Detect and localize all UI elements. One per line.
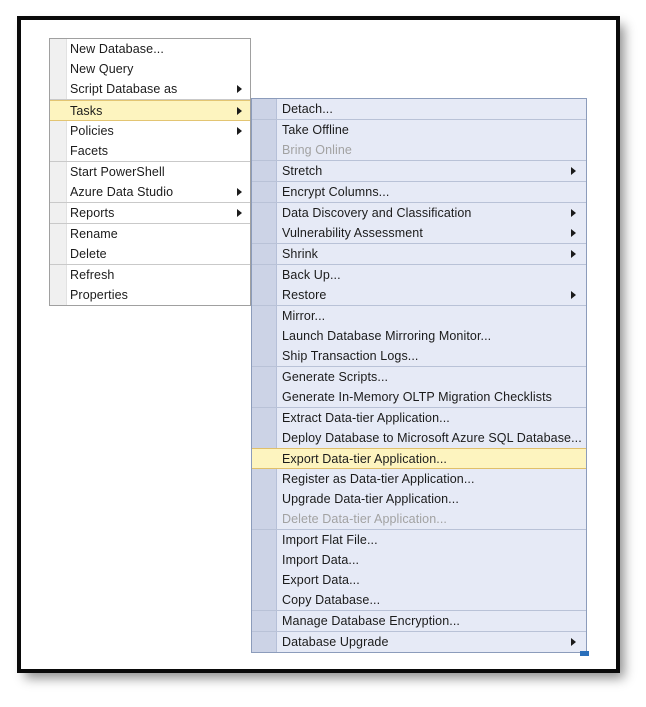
- context-menu-item-refresh[interactable]: Refresh: [50, 265, 250, 285]
- context-menu-item-list: New Database... New Query Script Database …: [50, 39, 250, 305]
- submenu-arrow-icon: [237, 209, 242, 217]
- tasks-submenu-item-export-data-tier-application[interactable]: Export Data-tier Application...: [252, 448, 586, 469]
- menu-item-label: Manage Database Encryption...: [282, 613, 461, 628]
- tasks-submenu-item-database-upgrade[interactable]: Database Upgrade: [252, 632, 586, 652]
- menu-item-label: Upgrade Data-tier Application...: [282, 491, 459, 506]
- submenu-arrow-icon: [571, 167, 576, 175]
- menu-item-label: Register as Data-tier Application...: [282, 471, 475, 486]
- tasks-submenu-item-import-flat-file[interactable]: Import Flat File...: [252, 530, 586, 550]
- tasks-submenu-item-export-data[interactable]: Export Data...: [252, 570, 586, 590]
- context-menu-item-properties[interactable]: Properties: [50, 285, 250, 305]
- submenu-arrow-icon: [571, 638, 576, 646]
- menu-item-label: Mirror...: [282, 308, 326, 323]
- menu-item-label: Bring Online: [282, 142, 352, 157]
- submenu-arrow-icon: [237, 106, 242, 115]
- tasks-submenu-item-extract-data-tier-application[interactable]: Extract Data-tier Application...: [252, 408, 586, 428]
- submenu-arrow-icon: [237, 127, 242, 135]
- submenu-arrow-icon: [571, 209, 576, 217]
- menu-item-label: Policies: [70, 123, 114, 138]
- context-menu-item-start-powershell[interactable]: Start PowerShell: [50, 162, 250, 182]
- menu-item-label: Export Data-tier Application...: [282, 451, 447, 466]
- menu-item-label: New Database...: [70, 41, 164, 56]
- submenu-arrow-icon: [571, 229, 576, 237]
- menu-item-label: Encrypt Columns...: [282, 184, 390, 199]
- menu-item-label: Tasks: [70, 103, 103, 118]
- menu-item-label: Refresh: [70, 267, 115, 282]
- menu-item-label: Script Database as: [70, 81, 178, 96]
- menu-item-label: Start PowerShell: [70, 164, 165, 179]
- context-menu-item-delete[interactable]: Delete: [50, 244, 250, 264]
- menu-item-label: Detach...: [282, 101, 333, 116]
- context-menu-item-tasks[interactable]: Tasks: [50, 100, 250, 121]
- tasks-submenu-item-delete-data-tier-application: Delete Data-tier Application...: [252, 509, 586, 529]
- menu-item-label: Export Data...: [282, 572, 360, 587]
- tasks-submenu-item-copy-database[interactable]: Copy Database...: [252, 590, 586, 610]
- database-context-menu[interactable]: New Database... New Query Script Database …: [49, 38, 251, 306]
- menu-item-label: Reports: [70, 205, 115, 220]
- menu-item-label: Launch Database Mirroring Monitor...: [282, 328, 492, 343]
- menu-item-label: Generate Scripts...: [282, 369, 389, 384]
- context-menu-item-azure-data-studio[interactable]: Azure Data Studio: [50, 182, 250, 202]
- tasks-submenu-item-import-data[interactable]: Import Data...: [252, 550, 586, 570]
- menu-item-label: Azure Data Studio: [70, 184, 174, 199]
- tasks-submenu-item-register-as-data-tier-application[interactable]: Register as Data-tier Application...: [252, 469, 586, 489]
- submenu-arrow-icon: [237, 85, 242, 93]
- submenu-arrow-icon: [571, 250, 576, 258]
- tasks-submenu-item-bring-online: Bring Online: [252, 140, 586, 160]
- context-menu-item-new-database[interactable]: New Database...: [50, 39, 250, 59]
- tasks-submenu-item-shrink[interactable]: Shrink: [252, 244, 586, 264]
- tasks-submenu-item-list: Detach... Take Offline Bring Online Stretch…: [252, 99, 586, 652]
- tasks-submenu-item-mirror[interactable]: Mirror...: [252, 306, 586, 326]
- screenshot-root: New Database... New Query Script Database …: [0, 0, 646, 707]
- menu-item-label: Take Offline: [282, 122, 349, 137]
- menu-item-label: Rename: [70, 226, 118, 241]
- tasks-submenu-item-stretch[interactable]: Stretch: [252, 161, 586, 181]
- context-menu-item-policies[interactable]: Policies: [50, 121, 250, 141]
- submenu-arrow-icon: [571, 291, 576, 299]
- menu-item-label: Shrink: [282, 246, 319, 261]
- context-menu-item-new-query[interactable]: New Query: [50, 59, 250, 79]
- menu-item-label: Facets: [70, 143, 109, 158]
- menu-item-label: Extract Data-tier Application...: [282, 410, 450, 425]
- menu-item-label: Ship Transaction Logs...: [282, 348, 419, 363]
- tasks-submenu-item-generate-scripts[interactable]: Generate Scripts...: [252, 367, 586, 387]
- menu-item-label: Import Data...: [282, 552, 360, 567]
- menu-item-label: Import Flat File...: [282, 532, 378, 547]
- tasks-submenu-item-back-up[interactable]: Back Up...: [252, 265, 586, 285]
- menu-item-label: Stretch: [282, 163, 323, 178]
- menu-item-label: Database Upgrade: [282, 634, 389, 649]
- tasks-submenu-item-ship-transaction-logs[interactable]: Ship Transaction Logs...: [252, 346, 586, 366]
- tasks-submenu-item-vulnerability-assessment[interactable]: Vulnerability Assessment: [252, 223, 586, 243]
- tasks-submenu-item-deploy-database-to-microsoft-azure-sql-database[interactable]: Deploy Database to Microsoft Azure SQL D…: [252, 428, 586, 448]
- tasks-submenu-item-encrypt-columns[interactable]: Encrypt Columns...: [252, 182, 586, 202]
- tasks-submenu-item-launch-database-mirroring-monitor[interactable]: Launch Database Mirroring Monitor...: [252, 326, 586, 346]
- menu-item-label: Deploy Database to Microsoft Azure SQL D…: [282, 430, 582, 445]
- menu-item-label: Vulnerability Assessment: [282, 225, 423, 240]
- menu-item-label: Generate In-Memory OLTP Migration Checkl…: [282, 389, 553, 404]
- submenu-arrow-icon: [237, 188, 242, 196]
- context-menu-item-reports[interactable]: Reports: [50, 203, 250, 223]
- menu-item-label: Delete: [70, 246, 107, 261]
- context-menu-item-script-database-as[interactable]: Script Database as: [50, 79, 250, 99]
- tasks-submenu-item-take-offline[interactable]: Take Offline: [252, 120, 586, 140]
- menu-item-label: Restore: [282, 287, 327, 302]
- menu-item-label: Properties: [70, 287, 128, 302]
- menu-item-label: New Query: [70, 61, 134, 76]
- menu-item-label: Copy Database...: [282, 592, 381, 607]
- menu-item-label: Data Discovery and Classification: [282, 205, 472, 220]
- tasks-submenu-item-restore[interactable]: Restore: [252, 285, 586, 305]
- tasks-submenu-item-manage-database-encryption[interactable]: Manage Database Encryption...: [252, 611, 586, 631]
- tasks-submenu-item-data-discovery-and-classification[interactable]: Data Discovery and Classification: [252, 203, 586, 223]
- tasks-submenu[interactable]: Detach... Take Offline Bring Online Stretch…: [251, 98, 587, 653]
- context-menu-item-rename[interactable]: Rename: [50, 224, 250, 244]
- menu-item-label: Delete Data-tier Application...: [282, 511, 447, 526]
- tasks-submenu-item-detach[interactable]: Detach...: [252, 99, 586, 119]
- context-menu-item-facets[interactable]: Facets: [50, 141, 250, 161]
- menu-item-label: Back Up...: [282, 267, 341, 282]
- tasks-submenu-item-upgrade-data-tier-application[interactable]: Upgrade Data-tier Application...: [252, 489, 586, 509]
- tasks-submenu-item-generate-in-memory-oltp-migration-checklists[interactable]: Generate In-Memory OLTP Migration Checkl…: [252, 387, 586, 407]
